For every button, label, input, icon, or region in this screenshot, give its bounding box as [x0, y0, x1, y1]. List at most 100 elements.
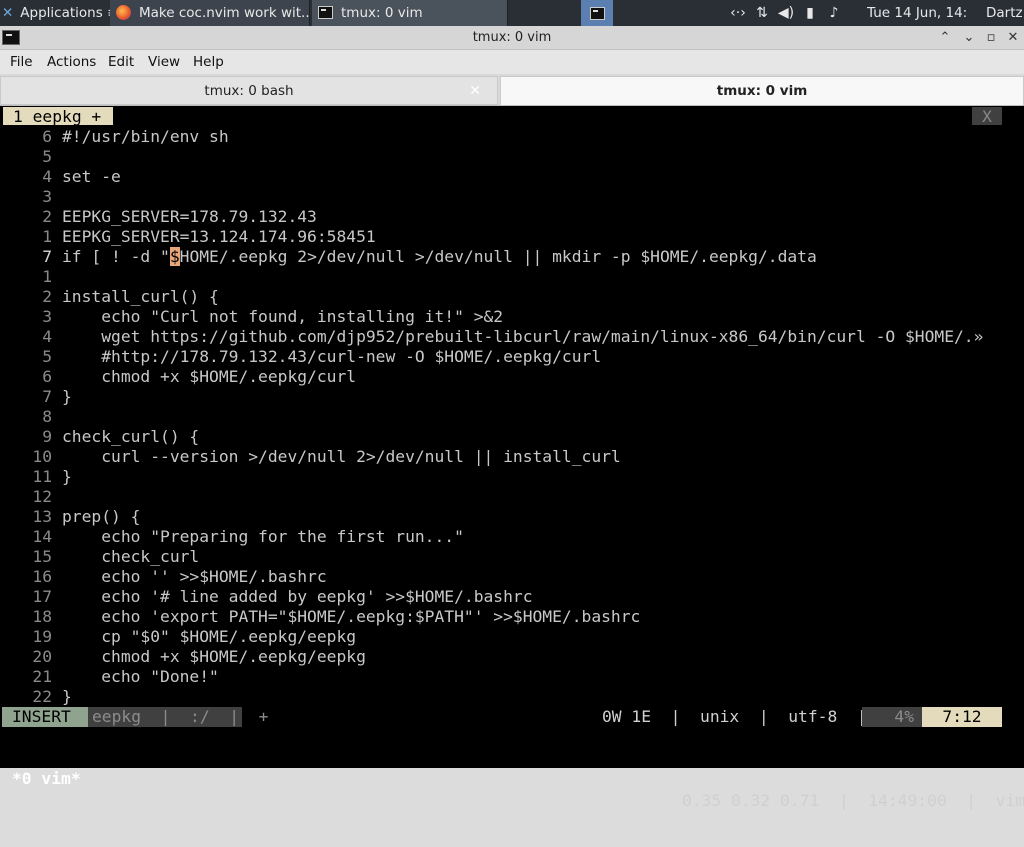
vim-line[interactable]: 2 install_curl() { — [0, 287, 1000, 307]
taskbar: ✕ Applications ≡ Make coc.nvim work wit.… — [0, 0, 1024, 26]
line-number: 13 — [32, 507, 52, 526]
applications-menu[interactable]: ✕ Applications ≡ — [0, 0, 110, 26]
maximize-icon[interactable]: ▫ — [982, 29, 1000, 47]
line-number: 19 — [32, 627, 52, 646]
vim-line[interactable]: 3 echo "Curl not found, installing it!" … — [0, 307, 1000, 327]
tab-close-icon[interactable]: ✕ — [469, 77, 481, 106]
vim-mode-indicator: INSERT — [2, 707, 88, 727]
tmux-window-list[interactable]: *0 vim* — [12, 768, 81, 790]
vim-line[interactable]: 10 curl --version >/dev/null 2>/dev/null… — [0, 447, 1000, 467]
vim-line[interactable]: 19 cp "$0" $HOME/.eepkg/eepkg — [0, 627, 1000, 647]
terminal-view[interactable]: 1 eepkg + X 6 #!/usr/bin/env sh 5 4 set -e 3 2… — [0, 106, 1024, 810]
vim-statusline: INSERT eepkg | :/ | + 0W 1E | unix | utf… — [0, 707, 1024, 727]
notification-bell-icon[interactable]: ♪ — [822, 0, 846, 26]
vim-line[interactable]: 18 echo 'export PATH="$HOME/.eepkg:$PATH… — [0, 607, 1000, 627]
vim-line[interactable]: 20 chmod +x $HOME/.eepkg/eepkg — [0, 647, 1000, 667]
line-code: echo '# line added by eepkg' >>$HOME/.ba… — [62, 587, 533, 606]
taskbar-terminal-window[interactable]: tmux: 0 vim — [312, 0, 508, 26]
terminal-icon — [318, 6, 333, 19]
line-number: 15 — [32, 547, 52, 566]
menu-file[interactable]: File — [10, 54, 33, 70]
text-cursor: $ — [169, 247, 180, 266]
vim-line[interactable]: 4 set -e — [0, 167, 1000, 187]
menu-edit[interactable]: Edit — [108, 54, 134, 70]
line-number: 22 — [32, 687, 52, 706]
terminal-launcher-button[interactable] — [581, 0, 613, 26]
line-code: check_curl — [62, 547, 200, 566]
network-remote-icon[interactable]: ‹·› — [726, 0, 750, 26]
tab-tmux-vim[interactable]: tmux: 0 vim — [500, 76, 1024, 105]
menu-help[interactable]: Help — [193, 54, 224, 70]
tmux-statusbar: *0 vim* 0.35 0.32 0.71 | 14:49:00 | vim — [0, 746, 1024, 810]
line-number: 16 — [32, 567, 52, 586]
line-code: chmod +x $HOME/.eepkg/eepkg — [62, 647, 366, 666]
volume-icon[interactable]: ◀) — [774, 0, 798, 26]
line-number: 10 — [32, 447, 52, 466]
vim-buffer[interactable]: 6 #!/usr/bin/env sh 5 4 set -e 3 2 EEPKG_SERVER… — [0, 127, 1000, 707]
vim-line[interactable]: 21 echo "Done!" — [0, 667, 1000, 687]
vim-line[interactable]: 9 check_curl() { — [0, 427, 1000, 447]
vim-tabline: 1 eepkg + X — [0, 106, 1024, 126]
vim-line[interactable]: 4 wget https://github.com/djp952/prebuil… — [0, 327, 1000, 347]
vim-line[interactable]: 14 echo "Preparing for the first run..." — [0, 527, 1000, 547]
vim-line[interactable]: 1 — [0, 267, 1000, 287]
line-code: } — [62, 687, 72, 706]
vim-scroll-percent: 4% — [862, 707, 922, 727]
tab-label: tmux: 0 vim — [716, 83, 808, 99]
line-number: 14 — [32, 527, 52, 546]
restore-icon[interactable]: ⌄ — [960, 29, 978, 47]
vim-line[interactable]: 22} — [0, 687, 1000, 707]
network-transfer-icon[interactable]: ⇅ — [750, 0, 774, 26]
firefox-icon — [116, 5, 131, 20]
taskbar-firefox-window[interactable]: Make coc.nvim work wit... — [110, 0, 310, 26]
line-number: 9 — [42, 427, 52, 446]
vim-line[interactable]: 15 check_curl — [0, 547, 1000, 567]
vim-line[interactable]: 3 — [0, 187, 1000, 207]
battery-icon[interactable]: ▮ — [798, 0, 822, 26]
tab-label: tmux: 0 bash — [204, 83, 294, 99]
line-code: echo "Curl not found, installing it!" >&… — [62, 307, 504, 326]
vim-line[interactable]: 5 #http://178.79.132.43/curl-new -O $HOM… — [0, 347, 1000, 367]
tab-tmux-bash[interactable]: tmux: 0 bash ✕ — [0, 76, 498, 105]
line-code: EEPKG_SERVER=13.124.174.96:58451 — [62, 227, 376, 246]
menu-actions[interactable]: Actions — [47, 54, 96, 70]
line-number: 17 — [32, 587, 52, 606]
line-code: echo '' >>$HOME/.bashrc — [62, 567, 327, 586]
vim-line[interactable]: 13 prep() { — [0, 507, 1000, 527]
vim-line[interactable]: 6 chmod +x $HOME/.eepkg/curl — [0, 367, 1000, 387]
menu-view[interactable]: View — [148, 54, 180, 70]
clock[interactable]: Tue 14 Jun, 14:49 — [867, 0, 967, 26]
line-number: 5 — [42, 347, 52, 366]
vim-line[interactable]: 16 echo '' >>$HOME/.bashrc — [0, 567, 1000, 587]
line-code: cp "$0" $HOME/.eepkg/eepkg — [62, 627, 357, 646]
vim-line[interactable]: 7} — [0, 387, 1000, 407]
vim-current-line[interactable]: 7 if [ ! -d "$HOME/.eepkg 2>/dev/null >/d… — [0, 247, 1000, 267]
vim-line[interactable]: 11} — [0, 467, 1000, 487]
vim-tab-close-button[interactable]: X — [972, 107, 1002, 126]
line-number: 5 — [42, 147, 52, 166]
vim-line[interactable]: 2 EEPKG_SERVER=178.79.132.43 — [0, 207, 1000, 227]
line-code: #!/usr/bin/env sh — [62, 127, 229, 146]
line-number: 20 — [32, 647, 52, 666]
line-number: 8 — [42, 407, 52, 426]
vim-line[interactable]: 17 echo '# line added by eepkg' >>$HOME/… — [0, 587, 1000, 607]
vim-tab-eepkg[interactable]: 1 eepkg + — [3, 107, 113, 126]
window-title: tmux: 0 vim — [472, 30, 552, 45]
vim-encoding-info: 0W 1E | unix | utf-8 | sh — [602, 707, 906, 726]
line-code: curl --version >/dev/null 2>/dev/null ||… — [62, 447, 621, 466]
vim-line[interactable]: 5 — [0, 147, 1000, 167]
vim-line[interactable]: 12 — [0, 487, 1000, 507]
minimize-icon[interactable]: ⌃ — [936, 29, 954, 47]
vim-file-info: eepkg | :/ | + — [88, 707, 268, 727]
window-titlebar[interactable]: tmux: 0 vim ⌃ ⌄ ▫ ✕ — [0, 26, 1024, 50]
vim-line[interactable]: 1 EEPKG_SERVER=13.124.174.96:58451 — [0, 227, 1000, 247]
line-code: check_curl() { — [62, 427, 200, 446]
user-menu[interactable]: Dartz — [986, 0, 1024, 26]
line-code: chmod +x $HOME/.eepkg/curl — [62, 367, 357, 386]
line-number: 3 — [42, 187, 52, 206]
close-icon[interactable]: ✕ — [1004, 29, 1022, 47]
vim-line[interactable]: 8 — [0, 407, 1000, 427]
vim-line[interactable]: 6 #!/usr/bin/env sh — [0, 127, 1000, 147]
vim-cursor-position: 7:12 — [922, 707, 1002, 727]
line-number: 1 — [42, 267, 52, 286]
